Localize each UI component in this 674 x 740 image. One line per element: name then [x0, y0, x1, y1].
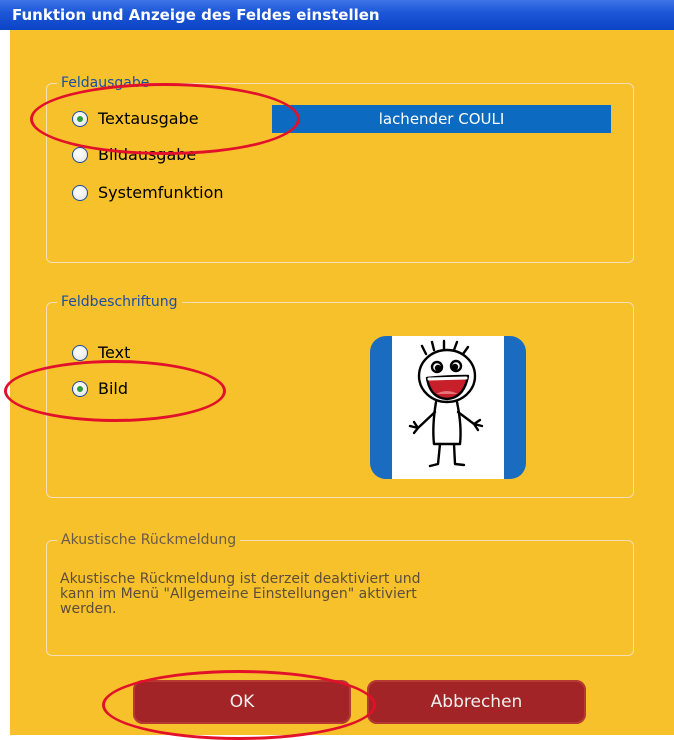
radio-button[interactable]: [72, 185, 88, 201]
title-bar: Funktion und Anzeige des Feldes einstell…: [0, 0, 674, 30]
radio-button-checked[interactable]: [72, 381, 88, 397]
ok-button[interactable]: OK: [133, 680, 351, 724]
feldausgabe-legend: Feldausgabe: [57, 74, 154, 92]
akustisch-info-text: Akustische Rückmeldung ist derzeit deakt…: [60, 572, 560, 617]
radio-label-bildausgabe: Bildausgabe: [98, 145, 197, 164]
info-line-1: Akustische Rückmeldung ist derzeit deakt…: [60, 571, 421, 587]
radio-label-text: Text: [98, 343, 131, 362]
cancel-button[interactable]: Abbrechen: [367, 680, 586, 724]
radio-label-systemfunktion: Systemfunktion: [98, 183, 224, 202]
radio-bildausgabe[interactable]: Bildausgabe: [72, 145, 196, 165]
radio-label-bild: Bild: [98, 379, 129, 398]
radio-button-checked[interactable]: [72, 111, 88, 127]
info-line-2: kann im Menü "Allgemeine Einstellungen" …: [60, 586, 417, 602]
picture-canvas: [392, 336, 504, 479]
radio-label-textausgabe: Textausgabe: [98, 109, 199, 128]
radio-text[interactable]: Text: [72, 343, 130, 363]
feldbeschriftung-group: Feldbeschriftung: [46, 293, 634, 498]
radio-systemfunktion[interactable]: Systemfunktion: [72, 183, 224, 203]
dialog-body: Feldausgabe Textausgabe Bildausgabe Syst…: [4, 30, 674, 740]
laughing-figure-icon: [408, 339, 484, 468]
radio-textausgabe[interactable]: Textausgabe: [72, 109, 199, 129]
picture-preview[interactable]: [370, 336, 526, 479]
radio-bild[interactable]: Bild: [72, 379, 128, 399]
radio-button[interactable]: [72, 345, 88, 361]
info-line-3: werden.: [60, 601, 117, 617]
window-title: Funktion und Anzeige des Feldes einstell…: [12, 6, 380, 24]
radio-button[interactable]: [72, 147, 88, 163]
feldbeschriftung-legend: Feldbeschriftung: [57, 293, 182, 311]
akustisch-legend: Akustische Rückmeldung: [57, 531, 241, 549]
text-output-field[interactable]: lachender COULI: [272, 105, 611, 133]
